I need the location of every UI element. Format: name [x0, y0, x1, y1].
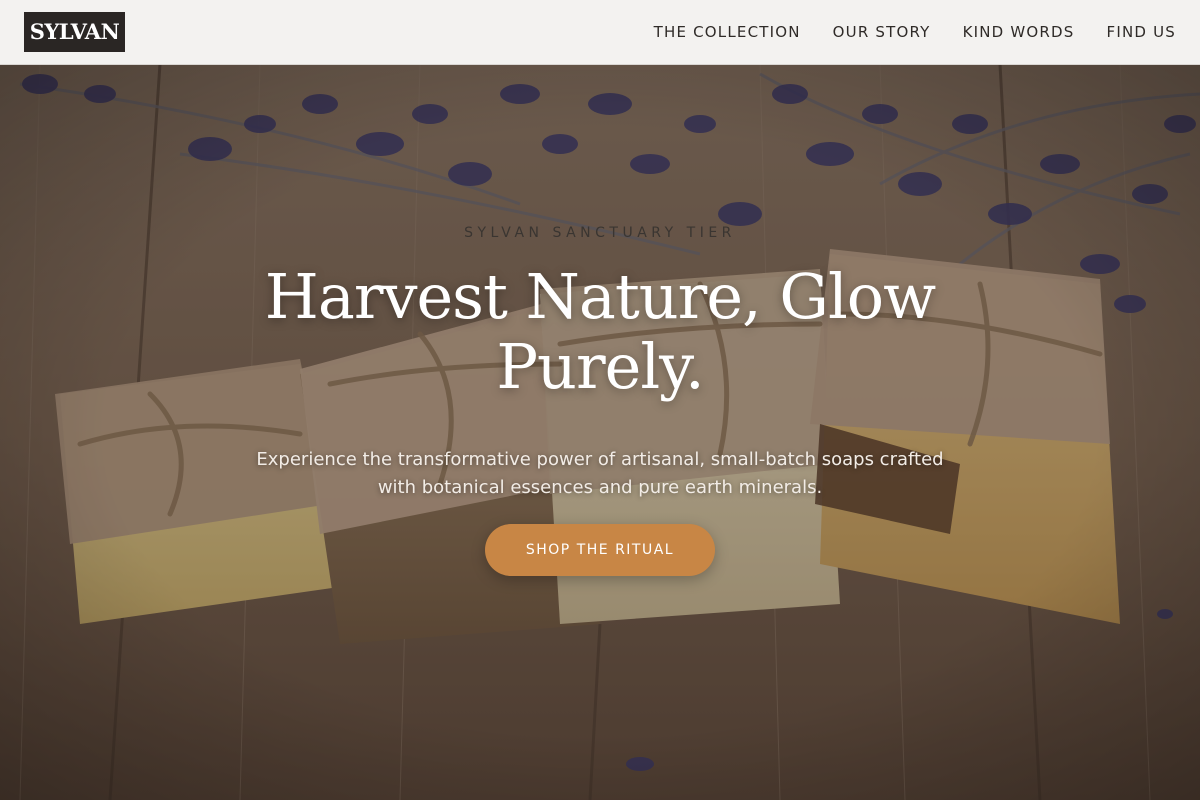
hero-dark-overlay: [0, 64, 1200, 800]
hero-headline: Harvest Nature, Glow Purely.: [264, 260, 936, 403]
hero-section: [0, 64, 1200, 800]
nav-link-kind-words[interactable]: KIND WORDS: [963, 23, 1075, 41]
nav-link-our-story[interactable]: OUR STORY: [833, 23, 931, 41]
landing-page: SYLVAN THE COLLECTION OUR STORY KIND WOR…: [0, 0, 1200, 800]
main-nav: THE COLLECTION OUR STORY KIND WORDS FIND…: [654, 0, 1176, 64]
nav-link-find-us[interactable]: FIND US: [1107, 23, 1177, 41]
site-header: SYLVAN THE COLLECTION OUR STORY KIND WOR…: [0, 0, 1200, 65]
hero-eyebrow: SYLVAN SANCTUARY TIER: [464, 225, 736, 241]
nav-link-collection[interactable]: THE COLLECTION: [654, 23, 801, 41]
shop-the-ritual-button[interactable]: SHOP THE RITUAL: [485, 524, 715, 576]
sylvan-logo[interactable]: SYLVAN: [24, 12, 125, 52]
hero-subtext: Experience the transformative power of a…: [256, 449, 944, 498]
